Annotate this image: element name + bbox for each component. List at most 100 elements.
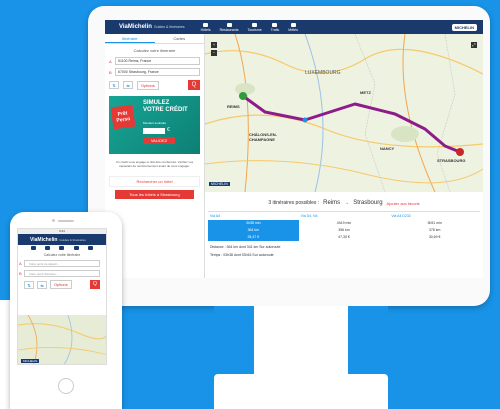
- phone-header: ViaMichelin Guides & Itinéraires: [18, 234, 106, 245]
- table-cell[interactable]: 28,47 €: [208, 234, 299, 241]
- ad-amount-hint: Montant souhaité: [143, 121, 167, 125]
- hotel-icon[interactable]: [30, 246, 36, 250]
- map-label-metz: METZ: [360, 90, 371, 95]
- table-cell[interactable]: 30,69 €: [389, 234, 480, 241]
- table-cell[interactable]: 3h51 min: [389, 220, 480, 227]
- phone-add-step-button[interactable]: ⇅: [24, 280, 34, 289]
- site-header: ViaMichelin Guides & Itinéraires Hôtels …: [105, 20, 483, 34]
- tab-maps[interactable]: Cartes: [155, 34, 205, 43]
- weather-icon[interactable]: [88, 246, 94, 250]
- map-zoom-out-button[interactable]: −: [211, 50, 217, 56]
- map-label-chalons: CHÂLONS-EN-CHAMPAGNE: [249, 132, 277, 142]
- traffic-icon[interactable]: [73, 246, 79, 250]
- phone-map[interactable]: MICHELIN: [18, 315, 106, 364]
- destination-city: Strasbourg: [353, 200, 383, 206]
- ad-headline: SIMULEZ VOTRE CRÉDIT: [143, 100, 188, 113]
- phone-nav-icons: [18, 245, 106, 251]
- nav-item-restaurants[interactable]: Restaurants: [220, 22, 238, 32]
- table-cell[interactable]: 4h19 min: [299, 220, 390, 227]
- route-map[interactable]: LUXEMBOURG REIMS CHÂLONS-EN-CHAMPAGNE ME…: [205, 34, 483, 192]
- ad-badge: Prêt Perso: [110, 104, 136, 130]
- calc-title: Calculez votre itinéraire: [133, 48, 176, 53]
- phone-brand[interactable]: ViaMichelin: [30, 237, 57, 243]
- ad-currency: €: [167, 127, 170, 133]
- restaurant-icon: [226, 22, 232, 27]
- time-summary: Temps : 03h38 dont 03h16 Sur autoroute: [210, 253, 274, 257]
- table-cell[interactable]: 378 km: [389, 227, 480, 234]
- table-cell[interactable]: 364 km: [208, 227, 299, 234]
- map-label-reims: REIMS: [227, 104, 240, 109]
- map-label-luxembourg: LUXEMBOURG: [305, 70, 341, 76]
- add-step-button[interactable]: ⇅: [109, 81, 119, 89]
- traffic-icon: [272, 22, 278, 27]
- phone-search-button[interactable]: Q: [90, 280, 100, 289]
- map-canvas: [205, 34, 483, 192]
- map-label-nancy: NANCY: [380, 146, 395, 151]
- from-row: A 51100 Reims, France: [109, 57, 200, 65]
- ad-amount-input[interactable]: [143, 128, 165, 134]
- search-hotel-link[interactable]: Rechercher un hôtel: [109, 176, 200, 187]
- michelin-logo[interactable]: MICHELIN: [451, 23, 477, 31]
- nav-item-tourism[interactable]: Tourisme: [247, 22, 262, 32]
- main-nav: Hôtels Restaurants Tourisme Trafic Météo: [201, 22, 298, 32]
- options-button[interactable]: Options: [137, 80, 159, 90]
- arrow-icon: →: [344, 200, 350, 206]
- restaurant-icon[interactable]: [45, 246, 51, 250]
- weather-icon: [290, 22, 296, 27]
- route-comparison-table: 3h38 min 4h19 min 3h51 min 364 km 356 km…: [208, 220, 480, 241]
- route-option-1[interactable]: Via A4: [208, 212, 299, 220]
- phone-calc-title: Calculez votre itinéraire: [43, 253, 81, 257]
- map-zoom-in-button[interactable]: +: [211, 42, 217, 48]
- phone-to-input[interactable]: B Votre point d'arrivée...: [19, 270, 100, 277]
- ad-validate-button[interactable]: VALIDEZ: [143, 137, 175, 144]
- desktop-screen: ViaMichelin Guides & Itinéraires Hôtels …: [105, 20, 483, 278]
- map-michelin-logo: MICHELIN: [209, 182, 230, 186]
- ad-fineprint: Un crédit vous engage et doit être rembo…: [115, 160, 194, 168]
- phone-map-canvas: [18, 315, 106, 364]
- route-actions: ⇅ ⇆ Options Q: [109, 80, 200, 90]
- phone-from-input[interactable]: A Votre point de départ...: [19, 260, 100, 267]
- nav-item-traffic[interactable]: Trafic: [271, 22, 279, 32]
- table-cell[interactable]: 356 km: [299, 227, 390, 234]
- table-cell[interactable]: 47,30 €: [299, 234, 390, 241]
- nav-item-weather[interactable]: Météo: [288, 22, 298, 32]
- to-row: B 67000 Strasbourg, France: [109, 68, 200, 76]
- camera-icon[interactable]: [59, 246, 65, 250]
- phone-brand-subtitle: Guides & Itinéraires: [59, 237, 86, 242]
- add-favourite-link[interactable]: Ajouter aux favoris: [387, 201, 420, 206]
- table-cell[interactable]: 3h38 min: [208, 220, 299, 227]
- brand-subtitle: Guides & Itinéraires: [153, 25, 185, 29]
- routes-count: 3 itinéraires possibles :: [268, 200, 320, 206]
- route-option-3[interactable]: Via A4 D232: [389, 212, 480, 220]
- search-button[interactable]: Q: [188, 80, 200, 90]
- swap-button[interactable]: ⇆: [123, 81, 133, 89]
- speaker-icon: [58, 220, 74, 222]
- all-hotels-button[interactable]: Tous les hôtels à Strasbourg: [115, 190, 194, 199]
- camera-icon: [52, 219, 55, 222]
- distance-summary: Distance : 364 km dont 341 km Sur autoro…: [210, 245, 281, 249]
- start-pin-icon: A: [19, 261, 22, 266]
- monitor-stand-neck: [214, 306, 388, 374]
- route-options: Via A4 Via D4, N4 Via A4 D232: [208, 211, 480, 220]
- hotel-icon: [203, 22, 209, 27]
- map-fullscreen-button[interactable]: ⤢: [471, 42, 477, 48]
- credit-ad[interactable]: Prêt Perso SIMULEZ VOTRE CRÉDIT Montant s…: [109, 96, 200, 154]
- phone-swap-button[interactable]: ⇆: [37, 280, 47, 289]
- panel-tabs: Itinéraire Cartes: [105, 34, 204, 44]
- origin-city: Reims: [323, 200, 341, 206]
- to-input[interactable]: 67000 Strasbourg, France: [115, 68, 200, 76]
- phone-screen: 9:41 ViaMichelin Guides & Itinéraires Ca…: [17, 228, 107, 365]
- camera-icon: [252, 22, 258, 27]
- route-option-2[interactable]: Via D4, N4: [299, 212, 390, 220]
- phone-home-button[interactable]: [58, 378, 74, 394]
- route-results: 3 itinéraires possibles : Reims → Strasb…: [205, 192, 483, 278]
- brand-logo[interactable]: ViaMichelin: [119, 24, 152, 30]
- nav-item-hotels[interactable]: Hôtels: [201, 22, 211, 32]
- scene: ViaMichelin Guides & Itinéraires Hôtels …: [0, 0, 500, 409]
- phone-options-button[interactable]: Options: [50, 280, 72, 289]
- from-input[interactable]: 51100 Reims, France: [115, 57, 200, 65]
- tab-itineraries[interactable]: Itinéraire: [105, 34, 155, 43]
- monitor-stand-base: [214, 374, 388, 409]
- phone-route-actions: ⇅ ⇆ Options Q: [24, 280, 100, 289]
- itinerary-summary: 3 itinéraires possibles : Reims → Strasb…: [205, 200, 483, 206]
